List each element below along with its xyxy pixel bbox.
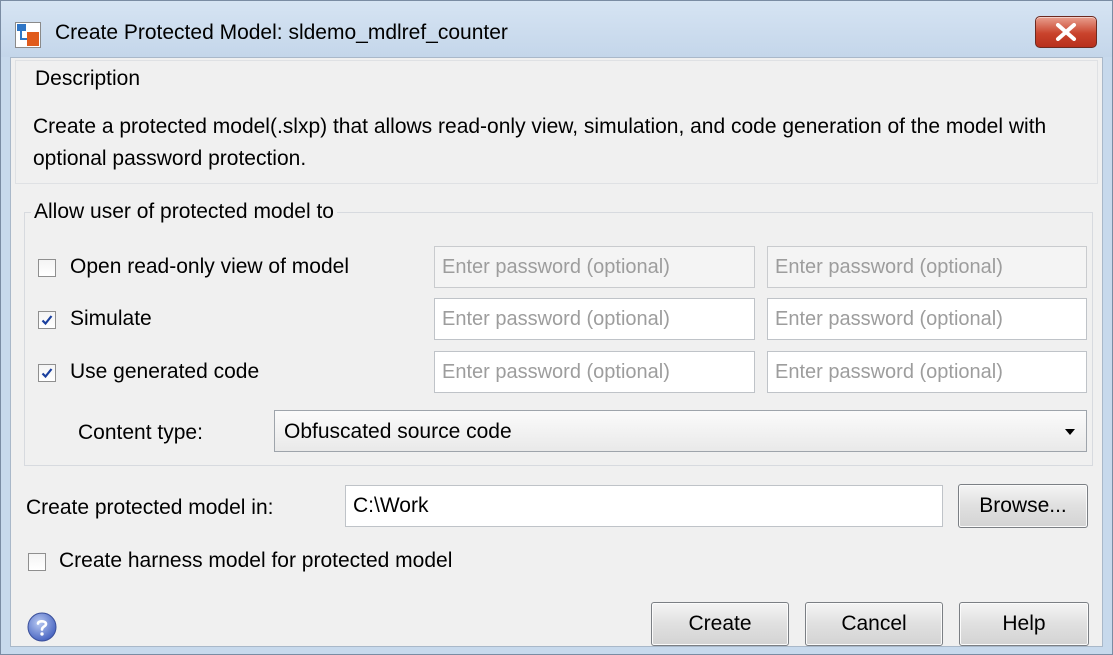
harness-checkbox[interactable] xyxy=(28,553,46,571)
close-button[interactable] xyxy=(1035,16,1097,48)
harness-label[interactable]: Create harness model for protected model xyxy=(59,549,452,573)
title-bar[interactable]: Create Protected Model: sldemo_mdlref_co… xyxy=(1,1,1112,57)
open-readonly-confirm-input[interactable] xyxy=(767,246,1087,288)
chevron-down-icon xyxy=(1065,429,1075,435)
close-icon xyxy=(1056,23,1076,41)
description-group: Description Create a protected model(.sl… xyxy=(15,60,1098,184)
checkmark-icon xyxy=(41,315,53,326)
help-icon[interactable] xyxy=(27,612,57,642)
location-label: Create protected model in: xyxy=(26,496,274,519)
browse-button[interactable]: Browse... xyxy=(958,484,1088,528)
description-heading: Description xyxy=(32,67,144,91)
help-button[interactable]: Help xyxy=(959,602,1089,646)
description-text: Create a protected model(.slxp) that all… xyxy=(33,115,1047,170)
checkmark-icon xyxy=(41,368,53,379)
simulate-password-input[interactable] xyxy=(434,298,755,340)
use-generated-code-label[interactable]: Use generated code xyxy=(70,360,259,384)
content-type-dropdown[interactable]: Obfuscated source code xyxy=(274,410,1087,452)
cancel-button[interactable]: Cancel xyxy=(805,602,943,646)
permissions-heading: Allow user of protected model to xyxy=(31,200,337,224)
location-input[interactable] xyxy=(345,485,943,527)
content-type-label: Content type: xyxy=(78,421,203,444)
open-readonly-checkbox[interactable] xyxy=(38,259,56,277)
window-title: Create Protected Model: sldemo_mdlref_co… xyxy=(55,21,508,44)
dialog-window: Create Protected Model: sldemo_mdlref_co… xyxy=(0,0,1113,655)
content-type-value: Obfuscated source code xyxy=(284,420,512,443)
create-button[interactable]: Create xyxy=(651,602,789,646)
open-readonly-password-input[interactable] xyxy=(434,246,755,288)
simulate-label[interactable]: Simulate xyxy=(70,307,152,331)
use-generated-code-confirm-input[interactable] xyxy=(767,351,1087,393)
open-readonly-label[interactable]: Open read-only view of model xyxy=(70,255,349,279)
dialog-body: Description Create a protected model(.sl… xyxy=(10,57,1103,647)
simulate-confirm-input[interactable] xyxy=(767,298,1087,340)
simulink-app-icon xyxy=(15,22,41,48)
simulate-checkbox[interactable] xyxy=(38,311,56,329)
use-generated-code-password-input[interactable] xyxy=(434,351,755,393)
use-generated-code-checkbox[interactable] xyxy=(38,364,56,382)
